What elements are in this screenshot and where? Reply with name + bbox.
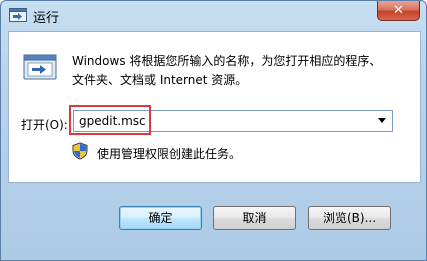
close-icon: ✕ (393, 3, 404, 18)
description-line-1: Windows 将根据您所输入的名称，为您打开相应的程序、 (72, 54, 382, 68)
title-bar[interactable]: 运行 ✕ (1, 1, 426, 31)
open-label: 打开(O): (21, 118, 68, 132)
run-window-icon (23, 54, 57, 80)
run-dialog-window: 运行 ✕ Windows 将根据您所输入的名称，为您打开相应的程序、 文件夹、文… (0, 0, 427, 261)
description-line-2: 文件夹、文档或 Internet 资源。 (72, 73, 248, 87)
close-button[interactable]: ✕ (377, 1, 420, 21)
dialog-content: Windows 将根据您所输入的名称，为您打开相应的程序、 文件夹、文档或 In… (8, 31, 421, 183)
ok-button[interactable]: 确定 (119, 206, 202, 230)
annotation-highlight-box (69, 105, 151, 135)
uac-shield-icon (72, 142, 88, 160)
cancel-button[interactable]: 取消 (213, 206, 296, 230)
admin-note: 使用管理权限创建此任务。 (97, 147, 242, 161)
chevron-down-icon[interactable] (375, 111, 389, 131)
browse-button[interactable]: 浏览(B)... (308, 206, 391, 230)
run-app-icon (9, 8, 27, 22)
window-title: 运行 (33, 11, 60, 26)
description-text: Windows 将根据您所输入的名称，为您打开相应的程序、 文件夹、文档或 In… (72, 52, 412, 90)
